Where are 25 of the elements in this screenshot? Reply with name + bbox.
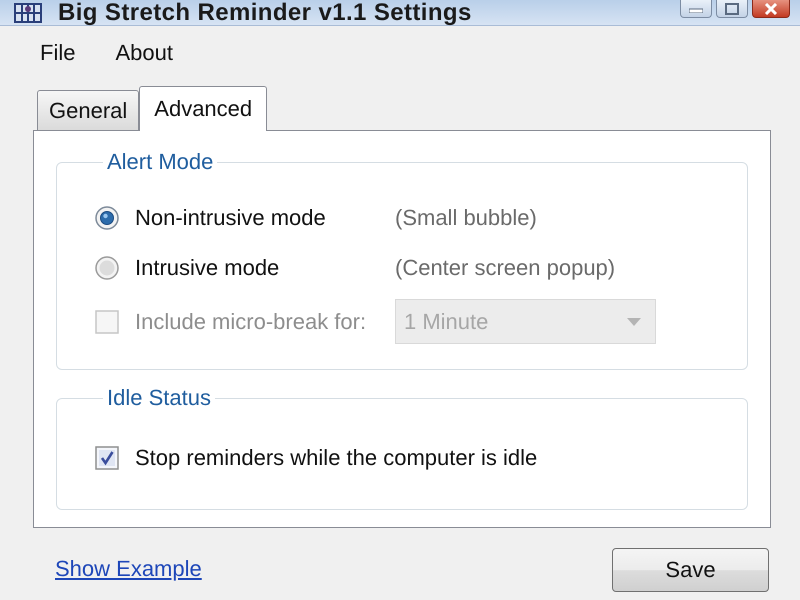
radio-icon[interactable] [95,206,119,230]
menu-item[interactable]: File [30,36,86,70]
checkbox-icon[interactable] [95,446,119,470]
maximize-icon [725,2,739,14]
close-button[interactable] [752,0,790,18]
tab[interactable]: General [37,90,140,130]
window-title: Big Stretch Reminder v1.1 Settings [58,0,472,25]
option-label[interactable]: Stop reminders while the computer is idle [135,445,538,471]
maximize-button[interactable] [716,0,748,18]
dropdown-value: 1 Minute [404,308,488,334]
minimize-button[interactable] [680,0,712,18]
show-example-link[interactable]: Show Example [55,556,202,582]
app-icon [14,2,42,22]
radio-icon[interactable] [95,256,119,280]
save-button[interactable]: Save [612,548,769,592]
menu-item[interactable]: About [105,36,183,70]
option-label[interactable]: Non-intrusive mode [135,205,379,231]
option-note: (Small bubble) [395,205,537,231]
tab[interactable]: Advanced [139,86,268,131]
group-title: Alert Mode [106,149,214,175]
option-label[interactable]: Intrusive mode [135,255,379,281]
caret-icon [627,318,641,326]
close-icon [764,2,778,14]
group-title: Idle Status [106,385,212,411]
option-note: (Center screen popup) [395,255,616,281]
